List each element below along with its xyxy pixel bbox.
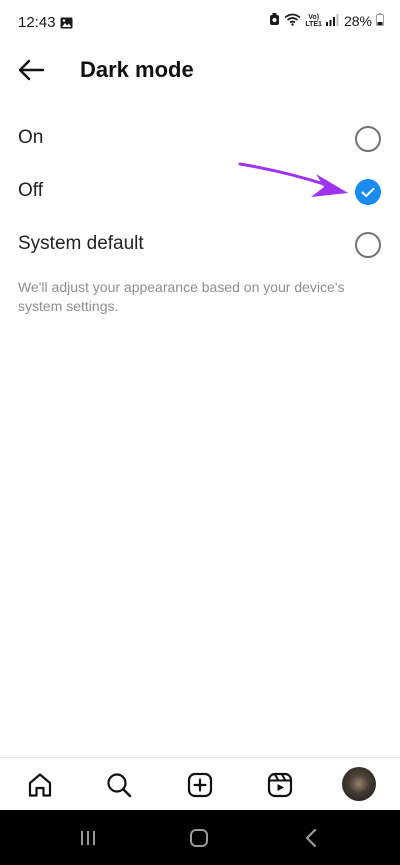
- back-arrow-icon: [18, 59, 45, 81]
- create-post-icon: [187, 772, 213, 798]
- battery-percent: 28%: [343, 13, 372, 29]
- nav-reels[interactable]: [264, 769, 296, 801]
- header: Dark mode: [0, 44, 400, 96]
- help-text: We'll adjust your appearance based on yo…: [18, 279, 345, 314]
- status-bar: 12:43 Vo) LTE1 28%: [0, 0, 400, 44]
- wifi-icon: [284, 13, 301, 29]
- system-nav-bar: [0, 810, 400, 865]
- radio-unchecked[interactable]: [355, 232, 381, 258]
- lte-label: LTE1: [305, 21, 322, 28]
- volte-indicator: Vo) LTE1: [305, 14, 322, 28]
- search-icon: [107, 773, 132, 798]
- option-label: Off: [18, 180, 43, 201]
- radio-unchecked[interactable]: [355, 126, 381, 152]
- gallery-notification-icon: [60, 16, 73, 34]
- bottom-nav: [0, 757, 400, 811]
- nav-create[interactable]: [184, 769, 216, 801]
- option-label: System default: [18, 233, 144, 254]
- checkmark-icon: [361, 187, 375, 197]
- nav-home[interactable]: [24, 769, 56, 801]
- annotation-arrow-icon: [238, 162, 348, 197]
- recents-button[interactable]: [73, 825, 103, 851]
- signal-icon: [325, 13, 340, 29]
- status-time: 12:43: [18, 14, 56, 31]
- back-chevron-icon: [305, 828, 317, 848]
- option-system-default[interactable]: System default: [0, 219, 400, 271]
- battery-icon: [376, 13, 384, 29]
- nav-search[interactable]: [103, 769, 135, 801]
- status-indicators: Vo) LTE1 28%: [269, 13, 384, 29]
- volte-label: Vo): [308, 14, 320, 21]
- radio-checked[interactable]: [355, 179, 381, 205]
- home-icon: [28, 773, 52, 797]
- home-button[interactable]: [184, 825, 214, 851]
- back-nav-button[interactable]: [296, 825, 326, 851]
- alarm-icon: [269, 13, 280, 29]
- option-label: On: [18, 127, 44, 148]
- profile-avatar[interactable]: [342, 767, 376, 801]
- reels-icon: [267, 772, 293, 798]
- home-button-icon: [190, 829, 208, 847]
- page-title: Dark mode: [80, 57, 194, 82]
- recents-icon: [81, 831, 95, 845]
- back-button[interactable]: [14, 54, 48, 86]
